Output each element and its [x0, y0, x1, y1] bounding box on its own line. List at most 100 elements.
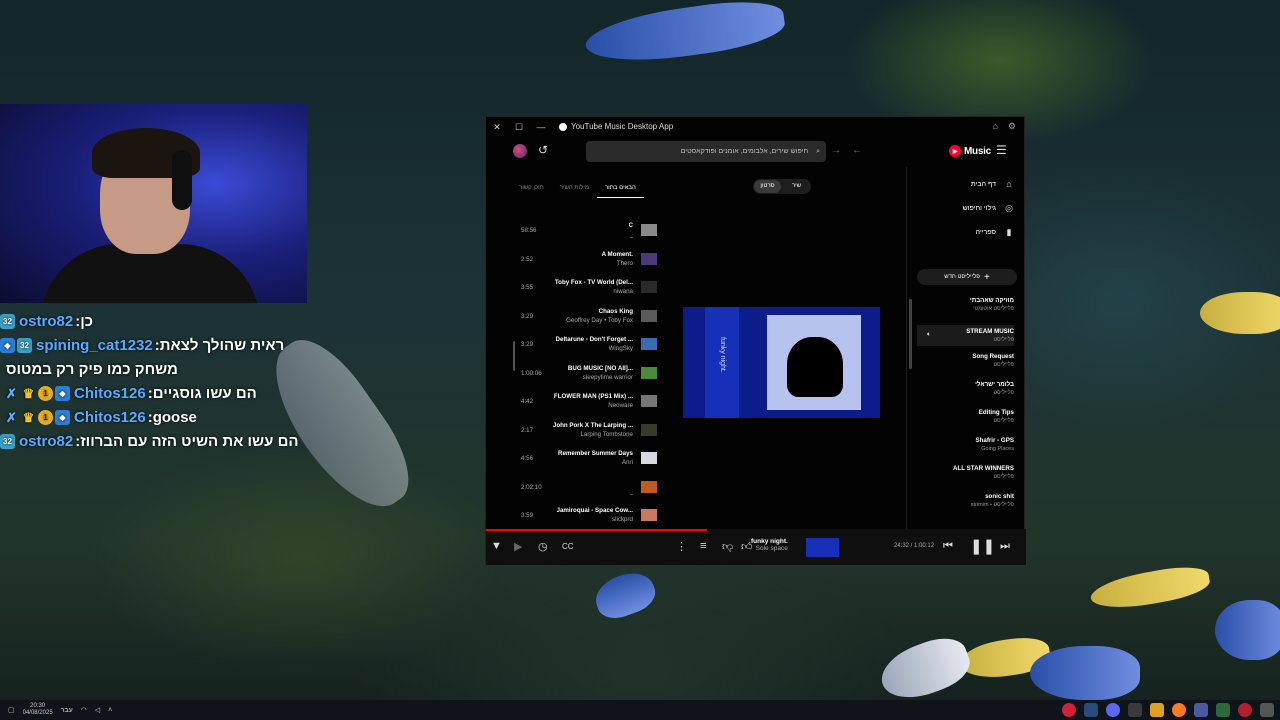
app-taskbar-icon[interactable]	[1216, 703, 1230, 717]
language-indicator[interactable]: עבר	[61, 707, 73, 714]
queue-list-icon[interactable]: ≡	[700, 540, 706, 552]
sidebar-scrollbar[interactable]	[909, 299, 912, 369]
chat-username[interactable]: spining_cat1232	[36, 337, 153, 354]
background-fish	[1088, 561, 1212, 615]
toggle-video[interactable]: סרטון	[754, 180, 781, 193]
sidebar-playlist[interactable]: 🔈︎ STREAM MUSIC פלייליסט	[917, 325, 1014, 346]
avatar[interactable]	[513, 144, 527, 158]
playlist-subtitle: strimim • פלייליסט	[970, 502, 1014, 508]
queue-item[interactable]: 4:42 FLOWER MAN (PS1 Mix) ... Neoware	[511, 388, 661, 417]
taskbar: ▢ 20:30 04/08/2025 עבר ◠ ◁ ˄	[0, 700, 1280, 720]
settings-icon[interactable]: ⚙	[1008, 121, 1016, 132]
minimize-window-button[interactable]: —	[530, 122, 552, 132]
folder-taskbar-icon[interactable]	[1150, 703, 1164, 717]
queue-item-duration: 4:42	[521, 398, 534, 405]
queue-item[interactable]: 2:02:10 _	[511, 474, 661, 503]
dislike-icon[interactable]: 👎︎	[722, 540, 733, 553]
queue-item[interactable]: 58:56 C _	[511, 217, 661, 246]
queue-item-artist: WingSky	[608, 345, 633, 352]
sleep-timer-icon[interactable]: ◷	[538, 540, 548, 553]
clock[interactable]: 20:30 04/08/2025	[23, 703, 53, 717]
queue-item[interactable]: 3:59 Jamiroquai - Space Cow... slickprd	[511, 502, 661, 531]
chevron-up-icon[interactable]: ˄	[108, 707, 112, 714]
history-icon[interactable]: ↺	[538, 143, 548, 157]
tab-lyrics[interactable]: מילות השיר	[552, 179, 597, 197]
tab-up-next[interactable]: הבאים בתור	[596, 179, 644, 198]
volume-icon[interactable]: ◁	[95, 706, 100, 714]
background-fish	[1030, 646, 1140, 700]
speaker-icon: 🔈︎	[927, 331, 932, 338]
app-taskbar-icon[interactable]	[1128, 703, 1142, 717]
forward-arrow-icon[interactable]: →	[831, 145, 841, 156]
menu-icon[interactable]: ☰	[996, 143, 1007, 157]
youtube-music-logo[interactable]: ▶ Music	[949, 145, 991, 157]
youtube-music-taskbar-icon[interactable]	[1062, 703, 1076, 717]
background-fish	[1215, 600, 1280, 660]
search-input[interactable]: חיפוש שירים, אלבומים, אומנים ופודקאסטים …	[586, 141, 826, 162]
wifi-icon[interactable]: ◠	[81, 706, 87, 714]
app-taskbar-icon[interactable]	[1260, 703, 1274, 717]
more-options-icon[interactable]: ⋮	[676, 540, 687, 553]
sidebar-playlist[interactable]: Editing Tips פלייליסט	[979, 409, 1014, 424]
progress-bar[interactable]	[486, 529, 708, 531]
sidebar-playlist[interactable]: בלומר ישראלי פלייליסט	[975, 381, 1014, 396]
sword-badge-icon: ✗	[6, 409, 17, 425]
collapse-player-icon[interactable]: ▼	[491, 540, 502, 552]
queue-item-duration: 2:02:10	[521, 483, 542, 491]
sidebar-item-home[interactable]: דף הבית ⌂	[971, 179, 1014, 189]
captions-icon[interactable]: CC	[562, 542, 574, 551]
sidebar-playlist[interactable]: Shafrir - GPS Going Places	[975, 437, 1014, 452]
cube-badge-icon: ◆	[0, 337, 15, 353]
close-window-button[interactable]: ✕	[486, 122, 508, 133]
chat-username[interactable]: ostro82	[19, 313, 73, 330]
chat-username[interactable]: Chitos126	[74, 409, 146, 426]
notification-icon[interactable]: ▢	[8, 706, 15, 714]
queue-item-artist: _	[629, 487, 633, 495]
previous-track-icon[interactable]: ⏮︎	[943, 540, 953, 553]
next-track-icon[interactable]: ⏭︎	[1000, 540, 1010, 553]
app-taskbar-icon[interactable]	[1194, 703, 1208, 717]
toggle-song[interactable]: שיר	[783, 180, 810, 193]
playlist-subtitle: פלייליסט אוטומטי	[973, 306, 1014, 312]
now-playing-title[interactable]: funky night.	[751, 538, 788, 545]
sidebar-playlist[interactable]: מוזיקה שאהבתי פלייליסט אוטומטי	[970, 297, 1014, 312]
queue-item-artist: Anri	[621, 459, 633, 466]
queue-item[interactable]: 2:52 A Moment. Thero	[511, 246, 661, 275]
sidebar-playlist[interactable]: sonic shit strimim • פלייליסט	[971, 493, 1014, 508]
library-icon: ▮	[1006, 227, 1012, 237]
queue-item-title: FLOWER MAN (PS1 Mix) ...	[553, 393, 633, 400]
obs-taskbar-icon[interactable]	[1238, 703, 1252, 717]
sidebar-item-explore[interactable]: גילוי וחיפוש ◎	[963, 203, 1014, 214]
song-video-toggle[interactable]: סרטון שיר	[753, 179, 811, 194]
maximize-window-button[interactable]: ☐	[508, 122, 530, 133]
queue-item[interactable]: 3:55 Toby Fox - TV World (Del... niwana	[511, 274, 661, 303]
play-small-icon[interactable]: ▶	[514, 540, 522, 553]
back-arrow-icon[interactable]: ←	[852, 145, 862, 156]
new-playlist-button[interactable]: פלייליסט חדש +	[917, 269, 1017, 285]
queue-item[interactable]: 3:29 Chaos King Geoffrey Day • Toby Fox	[511, 303, 661, 332]
queue-item[interactable]: 4:56 Remember Summer Days Anri	[511, 445, 661, 474]
pause-button[interactable]: ❚❚	[970, 537, 995, 555]
sidebar-playlist[interactable]: Song Request פלייליסט	[972, 353, 1014, 368]
queue-item[interactable]: 2:17 John Pork X The Larping ... Larping T…	[511, 417, 661, 446]
queue-item[interactable]: 3:29 Deltarune - Don't Forget ... WingSky	[511, 331, 661, 360]
queue-item[interactable]: 1:00:06 BUG MUSIC [NO All]... sleepytime w…	[511, 360, 661, 389]
playlist-name: Song Request	[972, 353, 1014, 360]
search-icon[interactable]: ⌕	[816, 148, 820, 156]
chat-username[interactable]: ostro82	[19, 433, 73, 450]
now-playing-artist[interactable]: Sole space	[751, 545, 788, 552]
home-icon[interactable]: ⌂	[992, 121, 997, 132]
sidebar-item-library[interactable]: ספרייה ▮	[976, 227, 1014, 238]
queue-item-duration: 58:56	[521, 227, 537, 234]
chat-username[interactable]: Chitos126	[74, 385, 146, 402]
firefox-taskbar-icon[interactable]	[1172, 703, 1186, 717]
tab-related[interactable]: תוכן קשור	[511, 179, 552, 197]
steam-taskbar-icon[interactable]	[1084, 703, 1098, 717]
background-fish	[1200, 292, 1280, 334]
playlist-name: מוזיקה שאהבתי	[969, 297, 1014, 304]
album-cover: funky night.	[683, 307, 880, 418]
discord-taskbar-icon[interactable]	[1106, 703, 1120, 717]
sidebar-playlist[interactable]: ALL STAR WINNERS פלייליסט	[953, 465, 1014, 480]
now-playing-thumbnail[interactable]	[806, 538, 839, 557]
playlist-subtitle: פלייליסט	[993, 474, 1014, 480]
